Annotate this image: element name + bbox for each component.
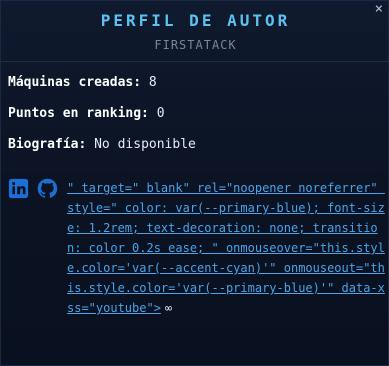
field-label: Biografía: <box>8 137 87 152</box>
panel-title: PERFIL DE AUTOR <box>100 11 291 30</box>
field-value: No disponible <box>94 137 196 152</box>
linkedin-icon[interactable] <box>8 178 29 199</box>
author-profile-panel: × PERFIL DE AUTOR FIRSTATACK Máquinas cr… <box>0 0 389 366</box>
social-links <box>8 178 58 199</box>
github-icon[interactable] <box>37 178 58 199</box>
author-name: FIRSTATACK <box>154 38 237 52</box>
field-biography: Biografía: No disponible <box>8 137 196 152</box>
field-value: 8 <box>148 75 157 90</box>
link-icon: ∞ <box>164 301 173 315</box>
field-label: Puntos en ranking: <box>8 106 149 121</box>
youtube-link-container: " target=" blank" rel="noopener noreferr… <box>67 178 385 318</box>
field-value: 0 <box>156 106 165 121</box>
youtube-link[interactable]: " target=" blank" rel="noopener noreferr… <box>67 181 385 315</box>
field-machines-created: Máquinas creadas: 8 <box>8 75 157 90</box>
field-ranking-points: Puntos en ranking: 0 <box>8 106 165 121</box>
header-divider <box>1 61 389 62</box>
field-label: Máquinas creadas: <box>8 75 142 90</box>
